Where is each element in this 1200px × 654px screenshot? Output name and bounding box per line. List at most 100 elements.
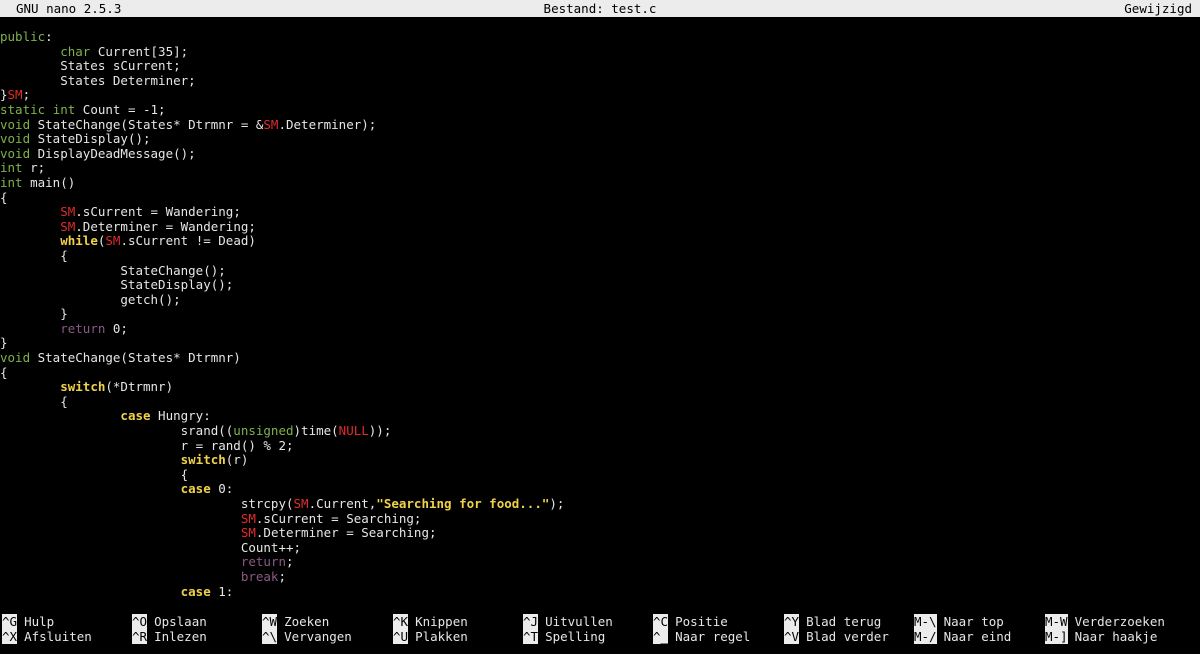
code-line[interactable]: StateDisplay();: [0, 277, 1200, 293]
code-token: strcpy(: [0, 496, 294, 511]
code-line[interactable]: void StateDisplay();: [0, 131, 1200, 147]
code-line[interactable]: break;: [0, 568, 1200, 585]
shortcut-label: Verderzoeken: [1074, 614, 1165, 629]
code-line[interactable]: case 0:: [0, 482, 1200, 497]
code-token-kw-type: char: [60, 43, 91, 59]
code-token-kw-type: int: [0, 160, 23, 176]
shortcut-key: ^U: [393, 629, 409, 644]
code-line[interactable]: }: [0, 336, 1200, 351]
code-line[interactable]: SM.Determiner = Wandering;: [0, 218, 1200, 235]
code-line[interactable]: switch(r): [0, 452, 1200, 468]
code-token-sm: SM: [7, 87, 23, 103]
code-token-sm: SM: [60, 218, 76, 234]
modified-status: Gewijzigd: [1124, 1, 1192, 16]
code-token: }: [0, 306, 68, 322]
code-token: ));: [368, 423, 392, 439]
code-token-kw-ret: return: [60, 320, 106, 336]
code-line[interactable]: switch(*Dtrmnr): [0, 379, 1200, 395]
code-token: .Determiner = Wandering;: [75, 218, 256, 234]
code-line[interactable]: States Determiner;: [0, 73, 1200, 89]
code-token: .sCurrent != Dead): [120, 233, 256, 249]
code-token: ;: [278, 568, 286, 584]
shortcut-key: ^T: [523, 629, 539, 644]
code-token-kw-ctrl: while: [60, 233, 98, 249]
code-token: )time(: [293, 423, 339, 439]
code-token: DisplayDeadMessage();: [30, 145, 196, 161]
code-line[interactable]: int r;: [0, 161, 1200, 176]
shortcut-label: Blad verder: [806, 629, 889, 644]
shortcut-label: Naar top: [943, 614, 1004, 629]
code-token: 1:: [210, 583, 234, 599]
code-token: States sCurrent;: [0, 58, 181, 74]
code-line[interactable]: static int Count = -1;: [0, 101, 1200, 118]
code-token: StateChange();: [0, 262, 226, 278]
code-token-sm: SM: [263, 116, 279, 132]
code-line[interactable]: int main(): [0, 174, 1200, 191]
code-line[interactable]: }SM;: [0, 88, 1200, 103]
shortcut-label: Hulp: [24, 614, 55, 629]
shortcut-label: Naar eind: [943, 629, 1012, 644]
code-token: r;: [22, 160, 46, 176]
shortcut-label: Naar haakje: [1074, 629, 1158, 644]
code-line[interactable]: r = rand() % 2;: [0, 438, 1200, 454]
shortcut-item: M-] Naar haakje: [1045, 629, 1157, 644]
code-line[interactable]: void StateChange(States* Dtrmnr = &SM.De…: [0, 116, 1200, 133]
code-token-kw-ctrl: switch: [180, 452, 226, 468]
code-token-kw-type: public: [0, 30, 46, 44]
code-line[interactable]: void StateChange(States* Dtrmnr): [0, 350, 1200, 366]
code-line[interactable]: strcpy(SM.Current,"Searching for food...…: [0, 496, 1200, 512]
code-line[interactable]: }: [0, 306, 1200, 322]
code-token-sm: SM: [60, 204, 76, 220]
shortcut-label: Vervangen: [284, 629, 352, 644]
code-token-kw-type: void: [0, 116, 31, 132]
code-token-kw-ctrl: case: [180, 583, 211, 599]
code-line[interactable]: {: [0, 365, 1200, 381]
code-token: srand((: [0, 423, 234, 439]
code-line[interactable]: case Hungry:: [0, 409, 1200, 424]
code-line[interactable]: return;: [0, 555, 1200, 570]
code-line[interactable]: getch();: [0, 292, 1200, 308]
code-line[interactable]: public:: [0, 30, 1200, 45]
code-token: (*Dtrmnr): [105, 379, 174, 395]
code-token-sm: SM: [105, 233, 121, 249]
code-line[interactable]: void DisplayDeadMessage();: [0, 145, 1200, 162]
code-token: Current[35];: [90, 43, 189, 59]
code-line[interactable]: {: [0, 248, 1200, 264]
code-token-kw-type: static: [0, 101, 46, 117]
code-token: StateChange(States* Dtrmnr): [30, 350, 241, 366]
shortcut-row-1: ^G Hulp ^O Opslaan ^W Zoeken ^K Knippen ^J Uitvul…: [0, 614, 1200, 629]
code-line[interactable]: return 0;: [0, 320, 1200, 337]
code-line[interactable]: {: [0, 393, 1200, 410]
code-token: Count = -1;: [75, 101, 166, 117]
code-line[interactable]: SM.sCurrent = Searching;: [0, 511, 1200, 527]
code-token-str: "Searching for food...": [376, 496, 550, 511]
code-line[interactable]: SM.Determiner = Searching;: [0, 525, 1200, 541]
code-line[interactable]: srand((unsigned)time(NULL));: [0, 423, 1200, 439]
code-token: main(): [22, 174, 76, 190]
shortcut-key: ^X: [2, 629, 18, 644]
code-token-sm: SM: [293, 496, 309, 511]
shortcut-item: ^O Opslaan: [132, 614, 207, 629]
code-line[interactable]: {: [0, 190, 1200, 206]
code-line[interactable]: SM.sCurrent = Wandering;: [0, 204, 1200, 220]
shortcut-label: Opslaan: [154, 614, 207, 629]
code-line[interactable]: {: [0, 467, 1200, 483]
shortcut-label: Inlezen: [154, 629, 207, 644]
code-line[interactable]: case 1:: [0, 583, 1200, 600]
code-line[interactable]: StateChange();: [0, 262, 1200, 279]
shortcut-item: ^J Uitvullen: [523, 614, 613, 629]
code-editor[interactable]: public: char Current[35]; States sCurren…: [0, 30, 1200, 604]
code-line[interactable]: char Current[35];: [0, 43, 1200, 60]
code-token: {: [0, 393, 68, 409]
file-name: Bestand: test.c: [543, 1, 657, 16]
code-line[interactable]: Count++;: [0, 540, 1200, 556]
code-line[interactable]: States sCurrent;: [0, 58, 1200, 74]
code-line[interactable]: while(SM.sCurrent != Dead): [0, 234, 1200, 249]
shortcut-key: ^\: [262, 629, 278, 644]
